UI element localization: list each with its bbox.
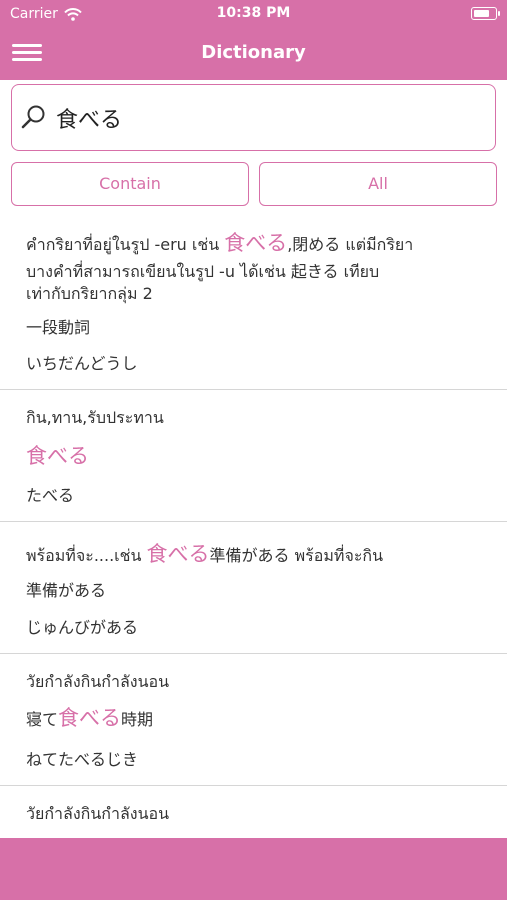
entry-kanji: 一段動詞: [26, 318, 91, 337]
entry-meaning-cont: เท่ากับกริยากลุ่ม 2: [26, 284, 153, 303]
entry-meaning: คำกริยาที่อยู่ในรูป -eru เช่น 食べる,閉める แต…: [26, 231, 414, 255]
entry-reading: じゅんびがある: [26, 618, 139, 637]
nav-bar: Dictionary: [0, 28, 507, 80]
all-filter-button[interactable]: All: [259, 162, 497, 206]
status-time: 10:38 PM: [216, 5, 291, 21]
search-icon: [21, 105, 45, 129]
contain-filter-button[interactable]: Contain: [11, 162, 249, 206]
entry-kanji: 食べる: [26, 444, 89, 468]
list-item[interactable]: วัยกำลังกินกำลังนอน: [0, 786, 507, 837]
status-bar: Carrier 10:38 PM: [0, 0, 507, 28]
app-header: Carrier 10:38 PM Dictionary: [0, 0, 507, 80]
entry-meaning: กิน,ทาน,รับประทาน: [26, 408, 164, 427]
bottom-bar: [0, 838, 507, 900]
entry-kanji: 準備がある: [26, 581, 107, 600]
entry-reading: ねてたべるじき: [26, 750, 139, 769]
list-item[interactable]: พร้อมที่จะ....เช่น 食べる準備がある พร้อมที่จะกิ…: [0, 522, 507, 654]
battery-icon: [471, 7, 500, 20]
results-list: คำกริยาที่อยู่ในรูป -eru เช่น 食べる,閉める แต…: [0, 210, 507, 837]
list-item[interactable]: คำกริยาที่อยู่ในรูป -eru เช่น 食べる,閉める แต…: [0, 210, 507, 390]
entry-reading: たべる: [26, 486, 75, 505]
entry-meaning: พร้อมที่จะ....เช่น 食べる準備がある พร้อมที่จะกิ…: [26, 542, 384, 566]
entry-meaning: วัยกำลังกินกำลังนอน: [26, 804, 170, 823]
page-title: Dictionary: [201, 42, 306, 63]
entry-meaning: วัยกำลังกินกำลังนอน: [26, 672, 170, 691]
list-item[interactable]: วัยกำลังกินกำลังนอน 寝て食べる時期 ねてたべるじき: [0, 654, 507, 786]
entry-reading: いちだんどうし: [26, 354, 138, 373]
search-input[interactable]: [54, 97, 478, 139]
entry-meaning-cont: บางคำที่สามารถเขียนในรูป -u ได้เช่น 起きる …: [26, 262, 380, 281]
list-item[interactable]: กิน,ทาน,รับประทาน 食べる たべる: [0, 390, 507, 522]
search-field[interactable]: [11, 84, 496, 151]
entry-kanji: 寝て食べる時期: [26, 706, 154, 730]
